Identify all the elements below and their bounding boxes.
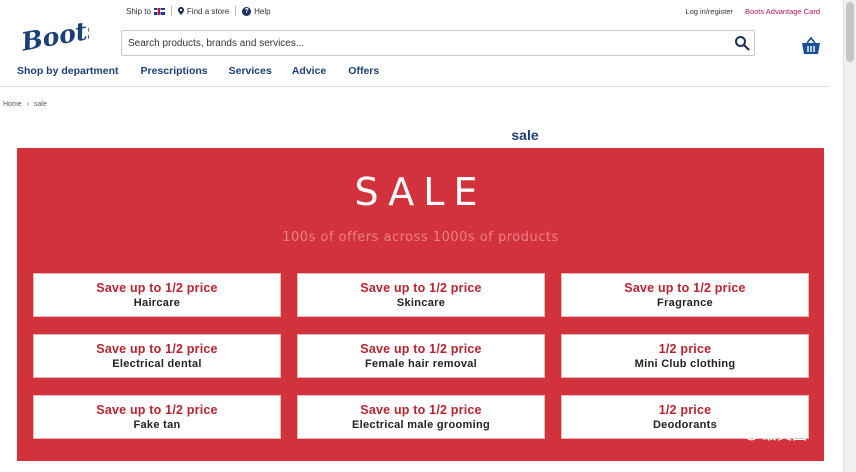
scrollbar-thumb[interactable] [846,2,854,62]
help-link[interactable]: ? Help [242,6,271,16]
breadcrumb-current: sale [34,101,47,108]
breadcrumb-home[interactable]: Home [3,101,22,108]
svg-text:Boots: Boots [19,14,89,56]
find-store-label: Find a store [186,6,230,16]
divider [170,6,172,16]
nav-offers[interactable]: Offers [348,65,379,77]
page-title: sale [511,127,539,143]
offer-card-mini-club-clothing[interactable]: 1/2 price Mini Club clothing [561,334,809,378]
offer-card-haircare[interactable]: Save up to 1/2 price Haircare [33,273,281,317]
offer-card-fake-tan[interactable]: Save up to 1/2 price Fake tan [33,395,281,439]
nav-shop-by-department[interactable]: Shop by department [17,65,119,77]
utility-bar: Ship to Find a store ? Help Log in/regis… [0,0,856,22]
watermark: 最英国 [738,423,807,444]
nav-prescriptions[interactable]: Prescriptions [141,65,208,77]
ship-to-label: Ship to [126,6,151,16]
offer-category: Fake tan [133,419,181,431]
uk-flag-icon [153,7,165,15]
offer-card-fragrance[interactable]: Save up to 1/2 price Fragrance [561,273,809,317]
offer-category: Mini Club clothing [634,358,736,370]
offer-category: Haircare [133,297,181,309]
page: Ship to Find a store ? Help Log in/regis… [0,0,856,472]
help-icon: ? [242,6,252,16]
boots-logo[interactable]: Boots [19,14,89,56]
offer-card-electrical-dental[interactable]: Save up to 1/2 price Electrical dental [33,334,281,378]
search-icon[interactable] [734,35,750,51]
search-input[interactable] [122,31,712,55]
banner-title: SALE [354,170,487,214]
help-label: Help [254,6,271,16]
find-store-link[interactable]: Find a store [177,6,230,16]
chat-bubbles-icon [738,426,758,441]
offer-text: 1/2 price [658,342,712,356]
offer-text: Save up to 1/2 price [624,281,746,295]
nav-services[interactable]: Services [229,65,272,77]
login-register-link[interactable]: Log in/register [685,7,733,16]
offer-text: Save up to 1/2 price [96,342,218,356]
breadcrumb: Home › sale [3,101,47,108]
offer-card-female-hair-removal[interactable]: Save up to 1/2 price Female hair removal [297,334,545,378]
offer-text: Save up to 1/2 price [96,281,218,295]
divider [235,6,237,16]
account-links: Log in/register Boots Advantage Card [685,7,820,16]
offer-card-electrical-male-grooming[interactable]: Save up to 1/2 price Electrical male gro… [297,395,545,439]
offer-category: Electrical dental [112,358,202,370]
ship-to-link[interactable]: Ship to [126,7,165,16]
offer-card-skincare[interactable]: Save up to 1/2 price Skincare [297,273,545,317]
advantage-card-link[interactable]: Boots Advantage Card [745,7,820,16]
main-nav: Shop by department Prescriptions Service… [17,65,379,77]
offer-text: Save up to 1/2 price [360,342,482,356]
offer-category: Fragrance [657,297,713,309]
watermark-text: 最英国 [762,425,808,443]
offer-text: Save up to 1/2 price [360,403,482,417]
offer-text: 1/2 price [658,403,712,417]
nav-divider [0,86,830,87]
search-bar [121,30,755,56]
nav-advice[interactable]: Advice [292,65,326,77]
offer-text: Save up to 1/2 price [96,403,218,417]
banner-subtitle: 100s of offers across 1000s of products [282,230,559,245]
offer-grid: Save up to 1/2 price Haircare Save up to… [33,273,809,439]
offer-category: Female hair removal [364,358,478,370]
vertical-scrollbar[interactable] [843,0,856,472]
offer-text: Save up to 1/2 price [360,281,482,295]
breadcrumb-separator: › [26,101,30,108]
utility-links: Ship to Find a store ? Help [126,6,271,16]
location-pin-icon [177,7,184,15]
sale-banner: SALE 100s of offers across 1000s of prod… [17,148,824,461]
offer-category: Skincare [396,297,446,309]
offer-category: Electrical male grooming [351,419,491,431]
basket-icon[interactable] [801,37,821,55]
